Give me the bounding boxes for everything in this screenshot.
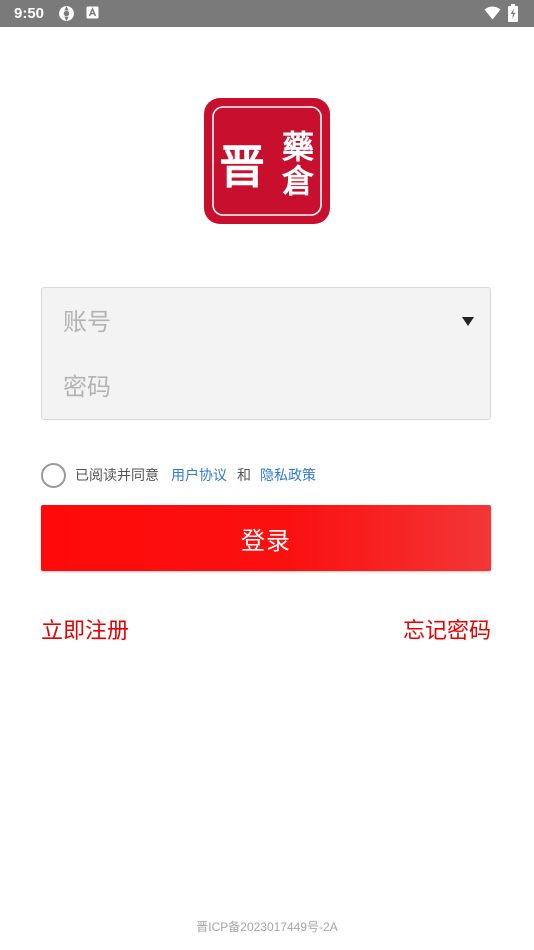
register-link[interactable]: 立即注册 (41, 618, 129, 646)
login-form (41, 287, 491, 420)
a-badge-icon (86, 6, 102, 22)
icp-footer: 晋ICP备2023017449号-2A (196, 920, 338, 934)
wifi-icon (484, 6, 501, 22)
login-button[interactable]: 登录 (41, 505, 491, 571)
logo-side-char-bottom: 倉 (281, 162, 315, 200)
logo-main-char: 晋 (219, 140, 265, 194)
forgot-password-link[interactable]: 忘记密码 (403, 618, 491, 646)
agreement-checkbox[interactable] (41, 463, 66, 488)
privacy-policy-link[interactable]: 隐私政策 (260, 467, 316, 485)
battery-charging-icon (508, 4, 524, 22)
status-bar: 9:50 (0, 0, 534, 27)
app-logo: 晋 藥 倉 (204, 98, 330, 224)
account-field (42, 291, 490, 353)
password-field (42, 356, 490, 418)
account-input[interactable] (63, 291, 453, 353)
agreement-and-text: 和 (237, 468, 251, 484)
status-time: 9:50 (14, 5, 45, 22)
user-agreement-link[interactable]: 用户协议 (171, 467, 227, 485)
password-input[interactable] (63, 356, 453, 418)
caret-down-icon[interactable] (462, 317, 476, 327)
agreement-prefix-text: 已阅读并同意 (75, 468, 159, 484)
logo-side-char-top: 藥 (282, 128, 314, 166)
agreement-row: 已阅读并同意 用户协议 和 隐私政策 (41, 463, 491, 491)
sync-icon (58, 5, 74, 21)
